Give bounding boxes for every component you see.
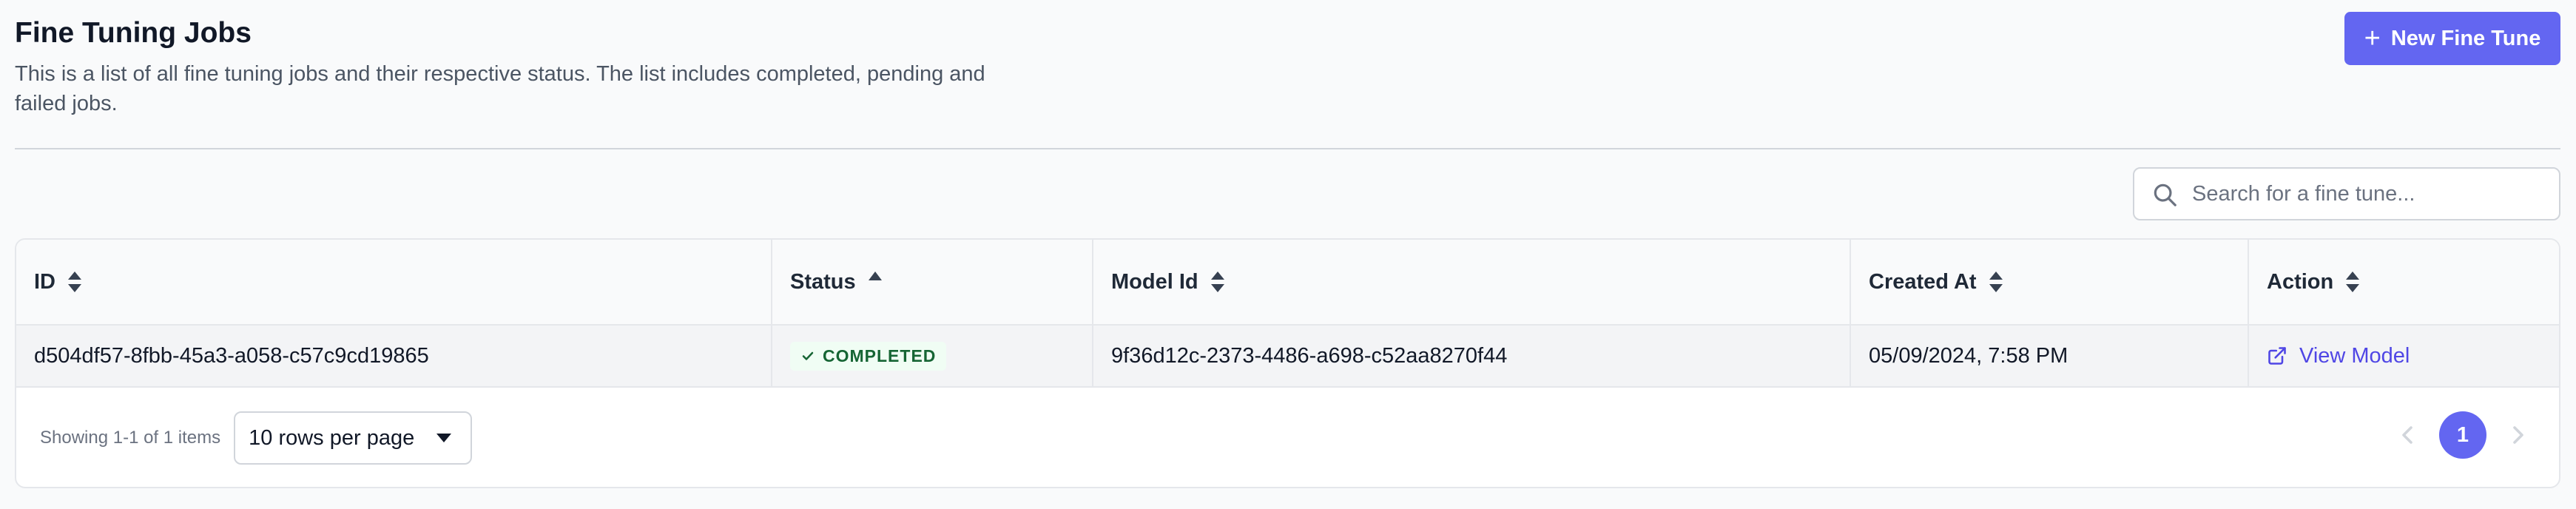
fine-tunes-table: ID Status Model Id Created At Action d50… [15,238,2560,488]
cell-id: d504df57-8fbb-45a3-a058-c57c9cd19865 [16,326,772,386]
new-fine-tune-button[interactable]: + New Fine Tune [2344,12,2560,65]
page-title: Fine Tuning Jobs [15,17,252,49]
search-box[interactable] [2133,167,2560,220]
column-header-status[interactable]: Status [772,240,1093,324]
table-header: ID Status Model Id Created At Action [16,240,2559,326]
cell-action: View Model [2249,326,2559,386]
column-header-created-at[interactable]: Created At [1851,240,2249,324]
search-input[interactable] [2192,169,2547,219]
items-count: Showing 1-1 of 1 items [40,428,221,448]
sort-icon [2346,272,2360,292]
caret-down-icon [436,434,452,442]
sort-icon [1989,272,2003,292]
rows-per-page-select[interactable]: 10 rows per page [234,411,473,465]
column-header-action[interactable]: Action [2249,240,2559,324]
view-model-link[interactable]: View Model [2267,344,2410,368]
column-header-model-id[interactable]: Model Id [1093,240,1851,324]
status-badge: COMPLETED [790,341,947,371]
page-button-current[interactable]: 1 [2439,411,2486,459]
sort-ascending-icon [868,272,882,280]
fine-tuning-page: Fine Tuning Jobs This is a list of all f… [15,0,2560,509]
plus-icon: + [2364,23,2381,54]
header-divider [15,148,2560,149]
page-description: This is a list of all fine tuning jobs a… [15,62,985,115]
cell-created-at: 05/09/2024, 7:58 PM [1851,326,2249,386]
sort-icon [1210,272,1224,292]
chevron-left-icon[interactable] [2399,425,2417,445]
search-icon [2154,183,2177,206]
table-row: d504df57-8fbb-45a3-a058-c57c9cd19865 COM… [16,326,2559,388]
cell-model-id: 9f36d12c-2373-4486-a698-c52aa8270f44 [1093,326,1851,386]
column-header-id[interactable]: ID [16,240,772,324]
table-footer: Showing 1-1 of 1 items 10 rows per page … [16,388,2559,487]
new-fine-tune-label: New Fine Tune [2390,26,2541,50]
chevron-right-icon[interactable] [2509,425,2526,445]
sort-icon [68,272,81,292]
pagination: 1 [2399,411,2526,459]
check-icon [802,351,814,360]
cell-status: COMPLETED [772,326,1093,386]
external-link-icon [2268,347,2286,365]
